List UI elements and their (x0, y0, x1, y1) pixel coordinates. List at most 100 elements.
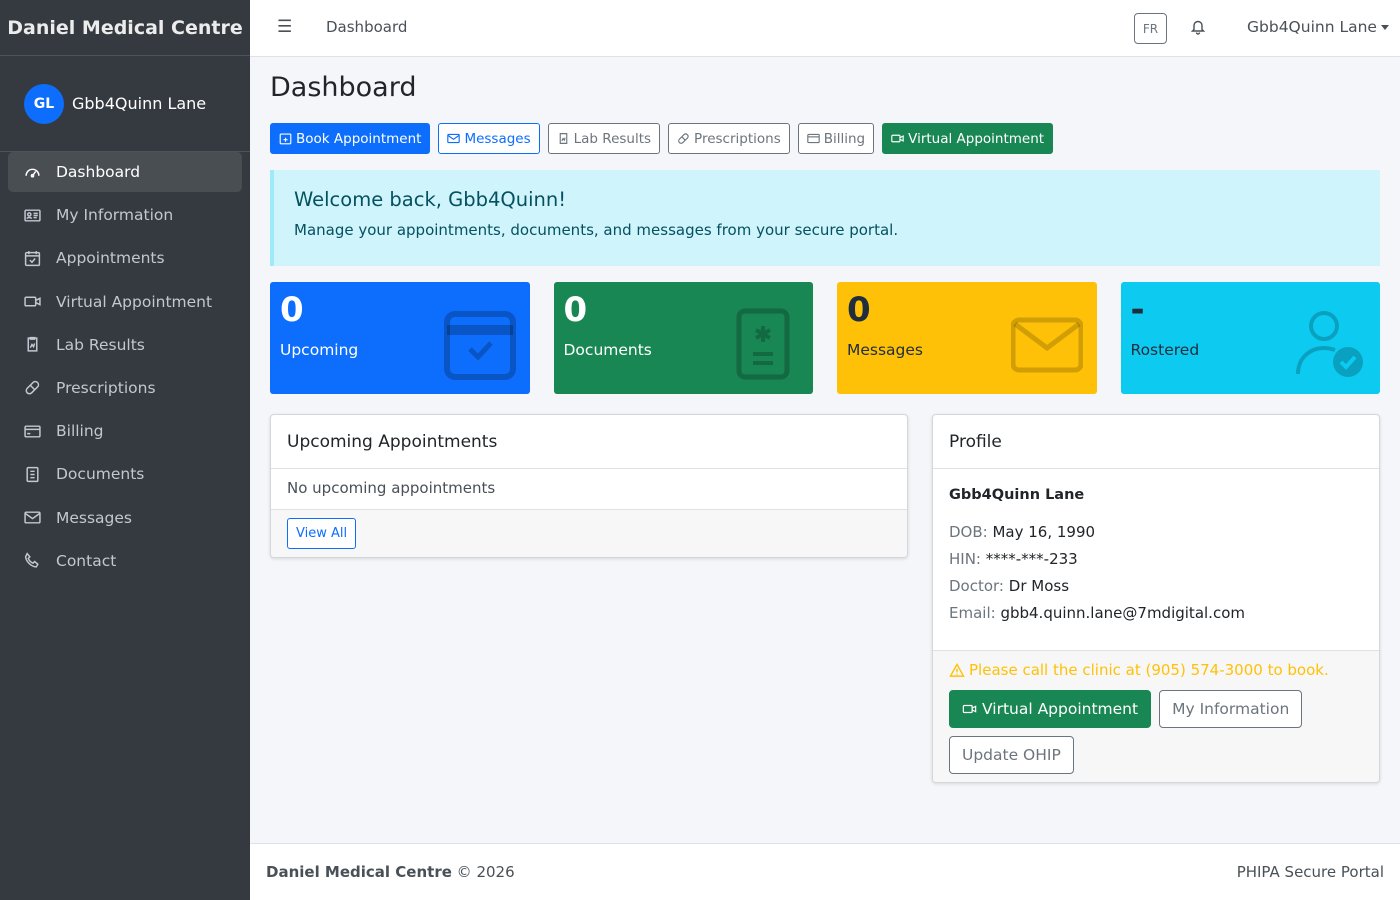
profile-footer: Please call the clinic at (905) 574-3000… (933, 650, 1379, 782)
sidebar-item-label: Documents (56, 465, 145, 484)
email-value: gbb4.quinn.lane@7mdigital.com (1000, 604, 1245, 622)
menu-toggle-icon[interactable]: ☰ (277, 17, 292, 37)
capsule-icon (678, 133, 689, 144)
profile-email: Email: gbb4.quinn.lane@7mdigital.com (949, 604, 1363, 622)
lab-results-label: Lab Results (573, 130, 652, 147)
lab-report-icon (24, 336, 56, 353)
dob-label: DOB: (949, 523, 988, 541)
card-title: Profile (933, 415, 1379, 469)
sidebar-item-messages[interactable]: Messages (8, 498, 242, 538)
envelope-icon (24, 509, 56, 526)
messages-label: Messages (464, 130, 531, 147)
doctor-value: Dr Moss (1008, 577, 1070, 595)
bell-icon[interactable] (1190, 18, 1206, 39)
card-footer: View All (271, 509, 907, 557)
virtual-appointment-label: Virtual Appointment (908, 130, 1045, 147)
welcome-text: Manage your appointments, documents, and… (294, 221, 899, 239)
envelope-icon (447, 133, 461, 144)
page-title: Dashboard (270, 72, 417, 103)
view-all-button[interactable]: View All (287, 518, 357, 549)
credit-card-icon (806, 133, 820, 144)
billing-button[interactable]: Billing (797, 123, 875, 154)
email-label: Email: (949, 604, 996, 622)
user-dropdown[interactable]: Gbb4Quinn Lane (1247, 18, 1389, 36)
sidebar-item-label: Messages (56, 508, 133, 527)
sidebar-item-label: Billing (56, 422, 104, 441)
profile-card: Profile Gbb4Quinn Lane DOB: May 16, 1990… (932, 414, 1380, 783)
sidebar-item-contact[interactable]: Contact (8, 541, 242, 581)
welcome-title: Welcome back, Gbb4Quinn! (294, 188, 567, 211)
phone-icon (24, 552, 56, 569)
profile-dob: DOB: May 16, 1990 (949, 523, 1363, 541)
sidebar-item-lab-results[interactable]: Lab Results (8, 325, 242, 365)
sidebar-item-dashboard[interactable]: Dashboard (8, 152, 242, 192)
stats-row: 0 Upcoming 0 Documents 0 Messages - Rost… (270, 282, 1380, 394)
footer-copyright: © 2026 (456, 863, 515, 881)
sidebar-item-label: Appointments (56, 249, 165, 268)
envelope-icon (1010, 317, 1083, 373)
sidebar-item-documents[interactable]: Documents (8, 454, 242, 494)
empty-state-text: No upcoming appointments (287, 479, 496, 497)
welcome-alert: Welcome back, Gbb4Quinn! Manage your app… (270, 170, 1380, 266)
sidebar-item-label: Prescriptions (56, 378, 156, 397)
sidebar-item-label: Virtual Appointment (56, 292, 213, 311)
avatar: GL (24, 83, 64, 124)
capsule-icon (24, 379, 56, 396)
navbar-title-link[interactable]: Dashboard (326, 18, 407, 36)
profile-hin: HIN: ****-***-233 (949, 550, 1363, 568)
profile-doctor: Doctor: Dr Moss (949, 577, 1363, 595)
quick-actions: Book Appointment Messages Lab Results Pr… (270, 123, 1061, 154)
prescriptions-label: Prescriptions (694, 130, 781, 147)
stat-rostered[interactable]: - Rostered (1120, 282, 1380, 394)
sidebar-user-name[interactable]: Gbb4Quinn Lane (72, 94, 206, 113)
dob-value: May 16, 1990 (992, 523, 1096, 541)
language-toggle-button[interactable]: FR (1134, 13, 1167, 44)
sidebar-item-virtual-appointment[interactable]: Virtual Appointment (8, 282, 242, 322)
book-appointment-label: Book Appointment (296, 130, 422, 147)
footer-brand: Daniel Medical Centre (266, 863, 452, 881)
upcoming-appointments-card: Upcoming Appointments No upcoming appoin… (270, 414, 908, 558)
calendar-check-icon (443, 311, 516, 380)
footer-right: PHIPA Secure Portal (1236, 863, 1384, 881)
credit-card-icon (24, 423, 56, 440)
sidebar-item-appointments[interactable]: Appointments (8, 238, 242, 278)
card-title: Upcoming Appointments (271, 415, 907, 469)
user-panel: GL Gbb4Quinn Lane (0, 56, 250, 152)
prescriptions-button[interactable]: Prescriptions (668, 123, 790, 154)
booking-warning: Please call the clinic at (905) 574-3000… (949, 661, 1363, 679)
camera-video-icon (891, 134, 904, 143)
sidebar-item-billing[interactable]: Billing (8, 411, 242, 451)
sidebar: Daniel Medical Centre GL Gbb4Quinn Lane … (0, 0, 250, 900)
warning-triangle-icon (949, 662, 965, 677)
profile-name: Gbb4Quinn Lane (949, 487, 1085, 503)
id-card-icon (24, 207, 56, 224)
booking-warning-text: Please call the clinic at (905) 574-3000… (969, 661, 1329, 679)
profile-virtual-appointment-button[interactable]: Virtual Appointment (949, 690, 1152, 728)
sidebar-nav: Dashboard My Information Appointments Vi… (0, 152, 250, 581)
calendar-plus-icon (279, 133, 292, 145)
sidebar-item-label: Lab Results (56, 335, 145, 354)
stat-documents[interactable]: 0 Documents (553, 282, 813, 394)
brand-link[interactable]: Daniel Medical Centre (0, 0, 250, 56)
calendar-check-icon (24, 250, 56, 267)
update-ohip-button[interactable]: Update OHIP (949, 736, 1074, 774)
sidebar-item-prescriptions[interactable]: Prescriptions (8, 368, 242, 408)
stat-messages[interactable]: 0 Messages (837, 282, 1097, 394)
sidebar-item-my-information[interactable]: My Information (8, 195, 242, 235)
lab-report-icon (559, 133, 567, 144)
doctor-label: Doctor: (949, 577, 1004, 595)
profile-actions: Virtual Appointment My Information Updat… (949, 690, 1363, 774)
my-information-button[interactable]: My Information (1159, 690, 1303, 728)
caret-down-icon (1380, 25, 1389, 30)
sidebar-item-label: Contact (56, 551, 117, 570)
billing-label: Billing (823, 130, 866, 147)
stat-upcoming[interactable]: 0 Upcoming (270, 282, 530, 394)
hin-value: ****-***-233 (985, 550, 1078, 568)
book-appointment-button[interactable]: Book Appointment (270, 123, 431, 154)
messages-button[interactable]: Messages (438, 123, 540, 154)
lab-results-button[interactable]: Lab Results (547, 123, 661, 154)
person-check-icon (1296, 311, 1363, 377)
sidebar-item-label: Dashboard (56, 163, 141, 181)
user-dropdown-label: Gbb4Quinn Lane (1247, 18, 1377, 36)
virtual-appointment-button[interactable]: Virtual Appointment (882, 123, 1054, 154)
